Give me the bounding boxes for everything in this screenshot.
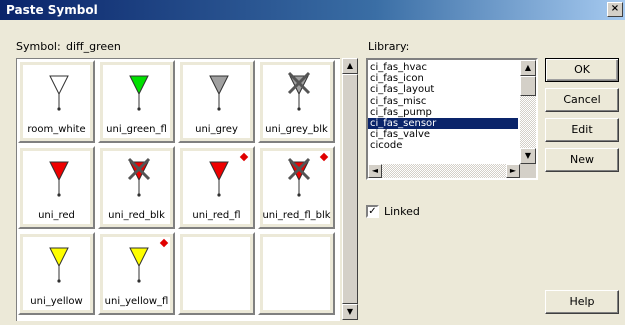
list-scroll-down-icon[interactable]: ▼: [520, 148, 536, 164]
cancel-button[interactable]: Cancel: [545, 88, 619, 112]
symbol-name: uni_red: [38, 210, 75, 221]
sensor-icon: [287, 157, 311, 197]
library-item[interactable]: ci_fas_valve: [368, 129, 518, 140]
list-scroll-right-icon[interactable]: ►: [506, 164, 520, 178]
scroll-up-icon[interactable]: ▲: [342, 58, 358, 74]
symbol-grid: room_white uni_green_fl uni_grey uni_grey_b…: [16, 58, 340, 321]
symbol-name: uni_red_fl: [192, 210, 241, 221]
library-item[interactable]: cicode: [368, 140, 518, 151]
symbol-name: room_white: [27, 124, 86, 135]
symbol-name: uni_yellow: [30, 296, 83, 307]
symbol-cell[interactable]: uni_red_fl: [178, 146, 255, 229]
list-scroll-thumb[interactable]: [520, 76, 536, 96]
symbol-name: uni_red_blk: [108, 210, 165, 221]
symbol-cell[interactable]: uni_red_fl_blk: [258, 146, 335, 229]
symbol-cell[interactable]: uni_grey: [178, 60, 255, 143]
sensor-icon: [209, 161, 229, 197]
sensor-icon: [49, 247, 69, 283]
scroll-thumb[interactable]: [342, 74, 358, 304]
sensor-icon: [129, 247, 149, 283]
scroll-corner: [520, 164, 536, 178]
help-button[interactable]: Help: [545, 290, 619, 314]
library-list-hscrollbar[interactable]: ◄ ►: [368, 164, 520, 178]
scroll-down-icon[interactable]: ▼: [342, 304, 358, 320]
symbol-name: uni_yellow_fl: [104, 296, 169, 307]
sensor-icon: [287, 71, 311, 111]
sensor-icon: [49, 75, 69, 111]
symbol-name: uni_grey: [195, 124, 238, 135]
linked-label: Linked: [384, 205, 420, 218]
symbol-name: uni_red_fl_blk: [262, 210, 331, 221]
symbol-cell[interactable]: [178, 232, 255, 315]
symbol-value: diff_green: [66, 40, 121, 53]
library-item[interactable]: ci_fas_layout: [368, 84, 518, 95]
check-mark-icon: ✓: [368, 206, 377, 217]
symbol-cell[interactable]: uni_red: [18, 146, 95, 229]
library-label: Library:: [368, 40, 410, 53]
close-icon[interactable]: ×: [607, 2, 623, 17]
symbol-cell[interactable]: uni_grey_blk: [258, 60, 335, 143]
symbol-cell[interactable]: uni_green_fl: [98, 60, 175, 143]
library-item[interactable]: ci_fas_icon: [368, 73, 518, 84]
library-list-vscrollbar[interactable]: ▲ ▼: [520, 60, 536, 164]
library-item[interactable]: ci_fas_pump: [368, 107, 518, 118]
window-title: Paste Symbol: [6, 3, 98, 17]
symbol-label: Symbol:: [16, 40, 61, 53]
symbol-cell-body: [263, 237, 330, 310]
symbol-cell[interactable]: [258, 232, 335, 315]
library-item[interactable]: ci_fas_hvac: [368, 62, 518, 73]
symbol-cell[interactable]: uni_yellow: [18, 232, 95, 315]
new-button[interactable]: New: [545, 148, 619, 172]
title-bar: Paste Symbol ×: [0, 0, 625, 20]
library-item[interactable]: ci_fas_misc: [368, 96, 518, 107]
sensor-icon: [129, 75, 149, 111]
paste-symbol-dialog: Paste Symbol × Symbol: diff_green room_w…: [0, 0, 625, 325]
ok-button[interactable]: OK: [545, 58, 619, 82]
symbol-grid-scrollbar[interactable]: ▲ ▼: [342, 58, 358, 320]
symbol-cell[interactable]: uni_yellow_fl: [98, 232, 175, 315]
sensor-icon: [209, 75, 229, 111]
symbol-name: uni_grey_blk: [265, 124, 328, 135]
library-list[interactable]: ci_fas_hvac ci_fas_icon ci_fas_layout ci_fa…: [366, 58, 538, 180]
symbol-cell[interactable]: room_white: [18, 60, 95, 143]
symbol-cell-body: [183, 237, 250, 310]
symbol-name: uni_green_fl: [106, 124, 167, 135]
symbol-cell[interactable]: uni_red_blk: [98, 146, 175, 229]
list-scroll-up-icon[interactable]: ▲: [520, 60, 536, 76]
sensor-icon: [127, 157, 151, 197]
list-scroll-left-icon[interactable]: ◄: [368, 164, 382, 178]
library-item[interactable]: ci_fas_sensor: [368, 117, 518, 130]
linked-checkbox[interactable]: ✓: [366, 205, 379, 218]
edit-button[interactable]: Edit: [545, 118, 619, 142]
sensor-icon: [49, 161, 69, 197]
